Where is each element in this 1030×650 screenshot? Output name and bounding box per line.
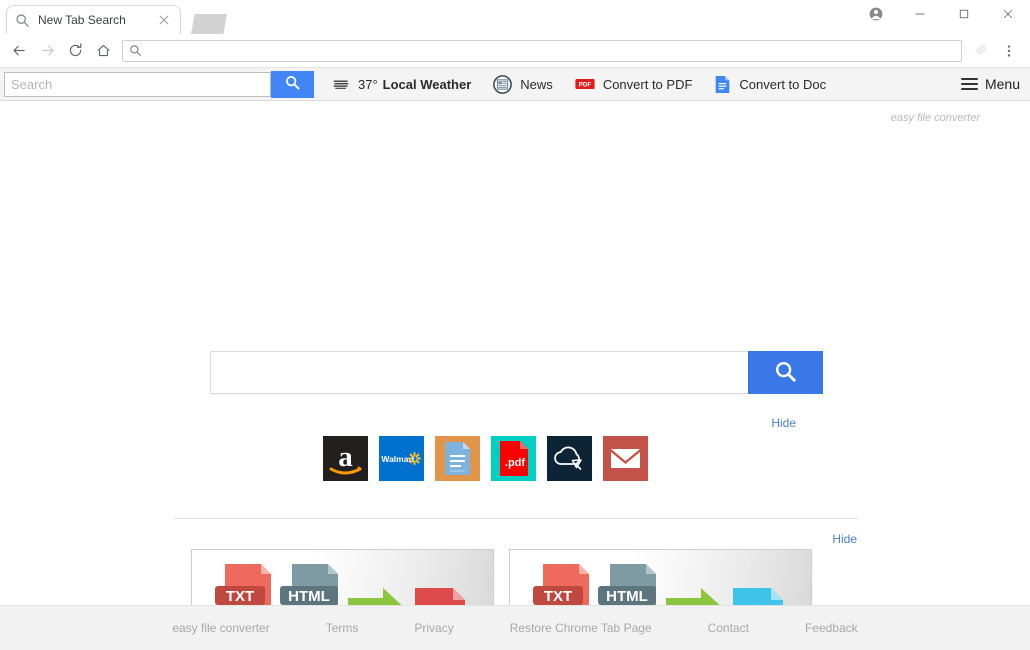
search-icon	[284, 74, 301, 94]
main-search-button[interactable]	[748, 351, 823, 394]
back-arrow-icon[interactable]	[6, 38, 32, 64]
home-icon[interactable]	[90, 38, 116, 64]
forward-arrow-icon	[34, 38, 60, 64]
weather-icon	[332, 78, 350, 91]
hide-tiles-link[interactable]: Hide	[771, 416, 796, 430]
reload-icon[interactable]	[62, 38, 88, 64]
search-icon	[773, 359, 798, 387]
main-search-zone: Hide a Walmart .pdf	[210, 351, 823, 481]
footer-link-contact[interactable]: Contact	[708, 621, 749, 635]
footer-link-easy-file-converter[interactable]: easy file converter	[172, 621, 269, 635]
tile-amazon[interactable]: a	[323, 436, 368, 481]
svg-text:TXT: TXT	[544, 588, 572, 605]
toolbar-item-convert-to-pdf[interactable]: PDF Convert to PDF	[575, 76, 693, 92]
hide-promos-link[interactable]: Hide	[832, 532, 857, 546]
new-tab-button[interactable]	[191, 14, 227, 34]
search-input[interactable]	[4, 71, 271, 97]
section-divider	[175, 518, 857, 519]
browser-tab[interactable]: New Tab Search	[6, 5, 181, 34]
footer-link-feedback[interactable]: Feedback	[805, 621, 858, 635]
search-icon	[15, 13, 30, 28]
tile-pdf-converter[interactable]: .pdf	[491, 436, 536, 481]
footer-link-terms[interactable]: Terms	[326, 621, 359, 635]
svg-text:a: a	[338, 441, 353, 473]
browser-chrome: New Tab Search	[0, 0, 1030, 68]
footer-link-privacy[interactable]: Privacy	[414, 621, 453, 635]
maximize-icon[interactable]	[942, 0, 986, 28]
search-icon	[129, 44, 142, 57]
close-icon[interactable]	[986, 0, 1030, 28]
extension-search	[4, 70, 314, 98]
toolbar-right-actions	[968, 38, 1024, 64]
main-search-input[interactable]	[210, 351, 748, 394]
toolbar-item-news[interactable]: News	[493, 74, 553, 94]
extension-toolbar: 37° Local Weather News PDF Convert to PD…	[0, 68, 1030, 101]
tab-strip: New Tab Search	[0, 0, 1030, 34]
svg-text:TXT: TXT	[226, 588, 254, 605]
omnibox[interactable]	[122, 39, 962, 62]
three-dot-menu-icon[interactable]	[996, 38, 1022, 64]
search-button[interactable]	[271, 70, 314, 98]
tile-walmart[interactable]: Walmart	[379, 436, 424, 481]
main-search	[210, 351, 823, 394]
toolbar-item-label: Convert to Doc	[739, 76, 827, 92]
toolbar-item-convert-to-doc[interactable]: Convert to Doc	[714, 75, 826, 94]
profile-icon[interactable]	[854, 0, 898, 28]
window-controls	[854, 0, 1030, 28]
minimize-icon[interactable]	[898, 0, 942, 28]
toolbar-item-label: Convert to PDF	[602, 76, 693, 92]
svg-text:HTML: HTML	[288, 588, 330, 605]
toolbar-menu-button[interactable]: Menu	[960, 75, 1020, 93]
bookmark-icon[interactable]	[968, 38, 994, 64]
tile-doc-converter[interactable]	[435, 436, 480, 481]
toolbar-item-label: News	[520, 76, 553, 92]
brandmark: easy file converter	[890, 112, 980, 124]
weather-temperature: 37°	[358, 76, 378, 92]
close-icon[interactable]	[156, 12, 172, 28]
toolbar-item-label: Local Weather	[382, 76, 472, 92]
pdf-badge-icon: PDF	[575, 78, 595, 90]
tab-title: New Tab Search	[38, 13, 126, 27]
hide-tiles-row: Hide	[210, 414, 823, 432]
tile-cloud-download[interactable]	[547, 436, 592, 481]
svg-text:.pdf: .pdf	[505, 457, 525, 469]
page-footer: easy file converter Terms Privacy Restor…	[0, 605, 1030, 650]
hide-promos-row: Hide	[175, 530, 857, 548]
toolbar-item-local-weather[interactable]: 37° Local Weather	[332, 77, 471, 92]
tile-gmail[interactable]	[603, 436, 648, 481]
new-tab-page: easy file converter Hide a Walmart .pdf …	[0, 101, 1030, 650]
doc-badge-icon	[714, 75, 731, 94]
svg-text:PDF: PDF	[579, 82, 592, 89]
footer-link-restore-chrome-tab-page[interactable]: Restore Chrome Tab Page	[510, 621, 652, 635]
shortcut-tiles: a Walmart .pdf	[323, 436, 648, 481]
navigation-toolbar	[0, 34, 1030, 68]
svg-text:HTML: HTML	[606, 588, 648, 605]
news-icon	[493, 74, 513, 94]
hamburger-icon	[960, 75, 978, 93]
toolbar-menu-label: Menu	[984, 76, 1020, 92]
